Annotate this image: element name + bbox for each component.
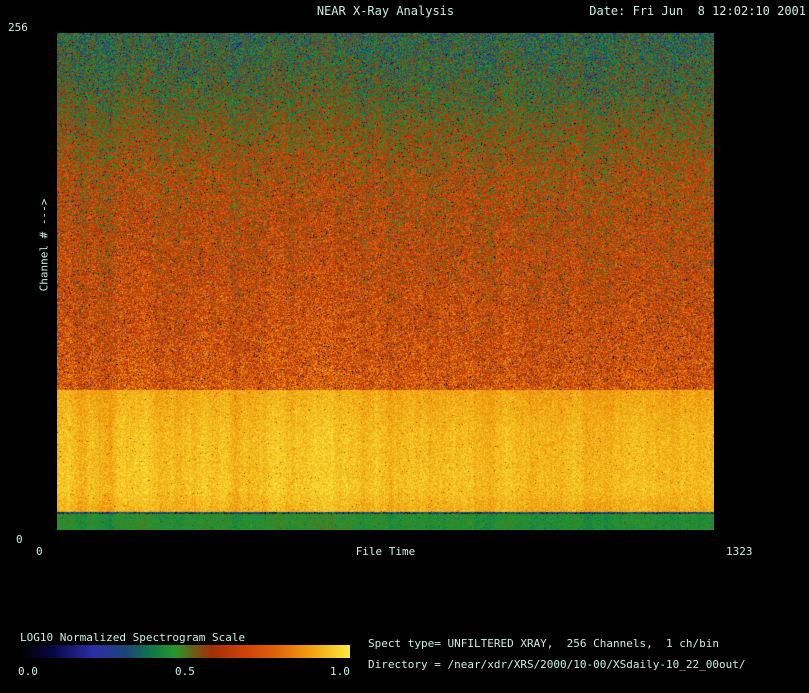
colorbar-tick-min: 0.0 [18,665,38,678]
date-label: Date: Fri Jun 8 12:02:10 2001 [589,4,806,18]
spect-type-info: Spect type= UNFILTERED XRAY, 256 Channel… [368,637,719,650]
y-axis-label: Channel # ---> [37,198,51,292]
colorbar-tick-mid: 0.5 [175,665,195,678]
colorbar-title: LOG10 Normalized Spectrogram Scale [20,631,246,644]
colorbar-gradient [20,645,350,658]
x-axis-tick-max: 1323 [726,545,753,558]
spectrogram-image [57,33,714,530]
directory-info: Directory = /near/xdr/XRS/2000/10-00/XSd… [368,658,746,671]
colorbar-tick-max: 1.0 [330,665,350,678]
near-xray-analysis-window: { "header": { "title": "NEAR X-Ray Analy… [0,0,809,693]
x-axis-tick-min: 0 [36,545,43,558]
y-axis-tick-max: 256 [8,21,28,34]
x-axis-label: File Time [355,545,416,558]
y-axis-tick-min: 0 [16,533,23,546]
